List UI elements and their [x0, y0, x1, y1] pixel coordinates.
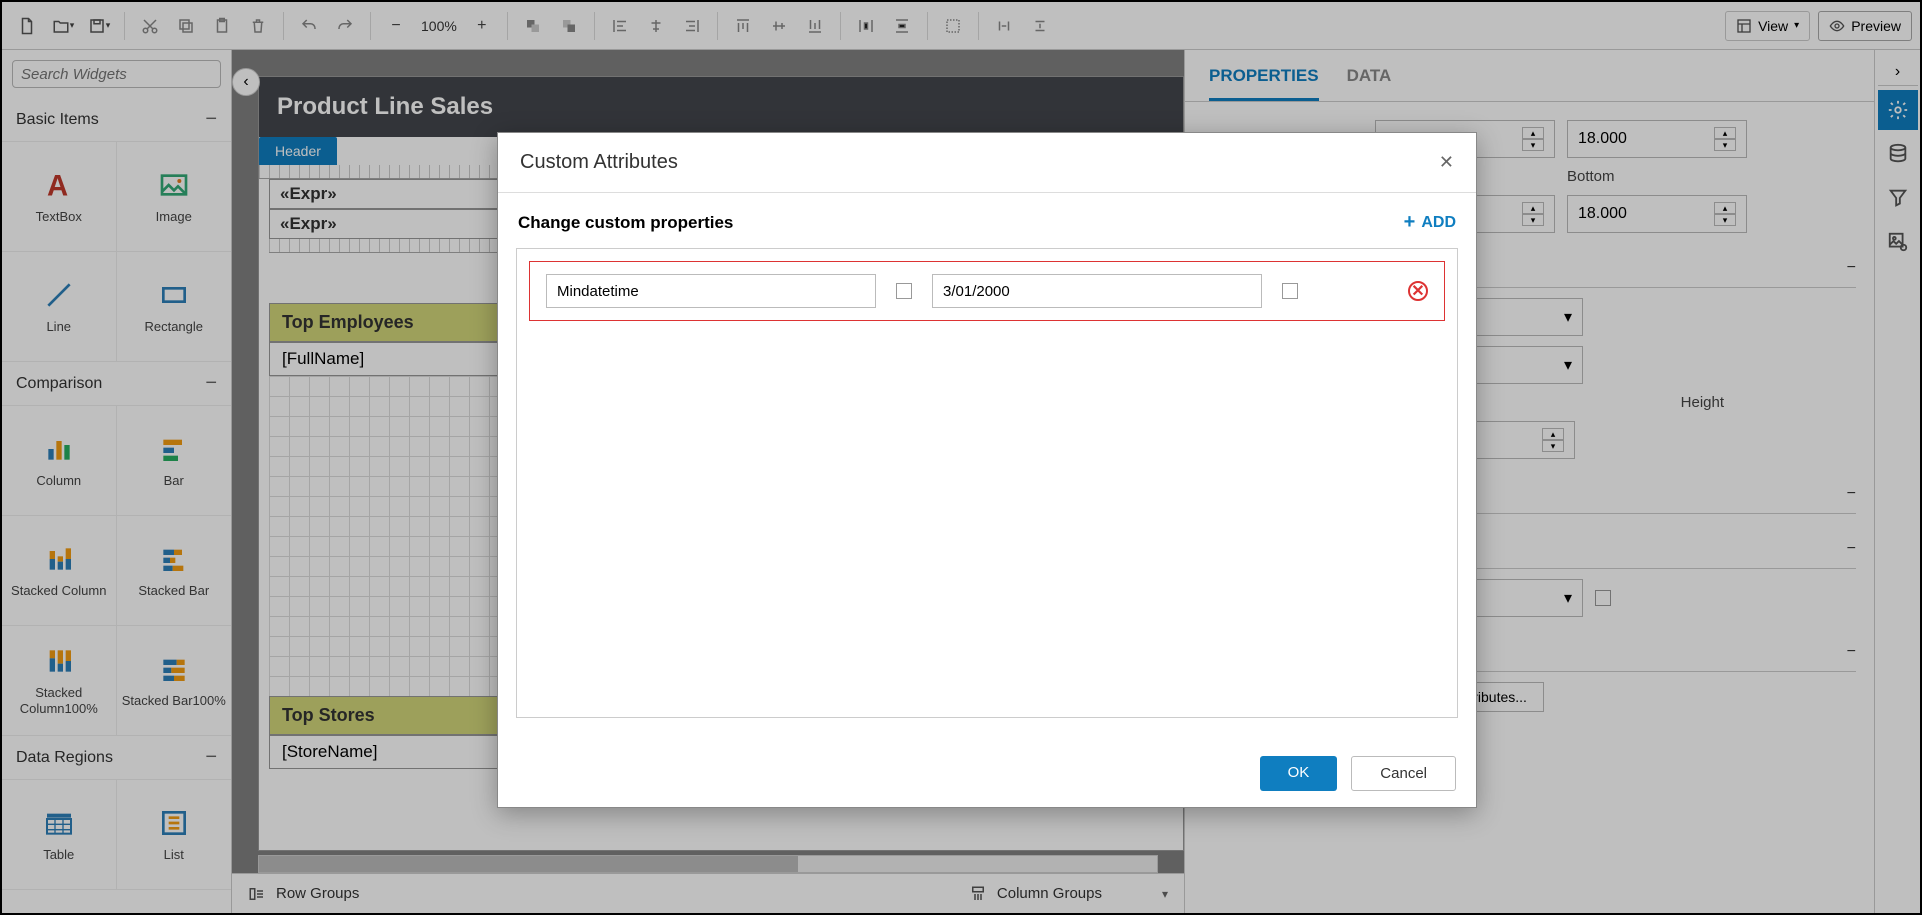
attribute-checkbox-2[interactable]	[1282, 283, 1298, 299]
attribute-list: ✕	[516, 248, 1458, 718]
close-icon[interactable]: ✕	[1439, 152, 1454, 173]
attribute-name-input[interactable]	[546, 274, 876, 308]
cancel-button[interactable]: Cancel	[1351, 756, 1456, 791]
attribute-checkbox-1[interactable]	[896, 283, 912, 299]
delete-row-icon[interactable]: ✕	[1408, 281, 1428, 301]
dialog-title: Custom Attributes	[520, 151, 678, 174]
custom-attributes-dialog: Custom Attributes ✕ Change custom proper…	[497, 132, 1477, 808]
ok-button[interactable]: OK	[1260, 756, 1338, 791]
attribute-value-input[interactable]	[932, 274, 1262, 308]
attribute-row: ✕	[529, 261, 1445, 321]
plus-icon: +	[1404, 211, 1416, 234]
dialog-subtitle: Change custom properties	[518, 213, 733, 233]
add-attribute-button[interactable]: + ADD	[1404, 211, 1456, 234]
